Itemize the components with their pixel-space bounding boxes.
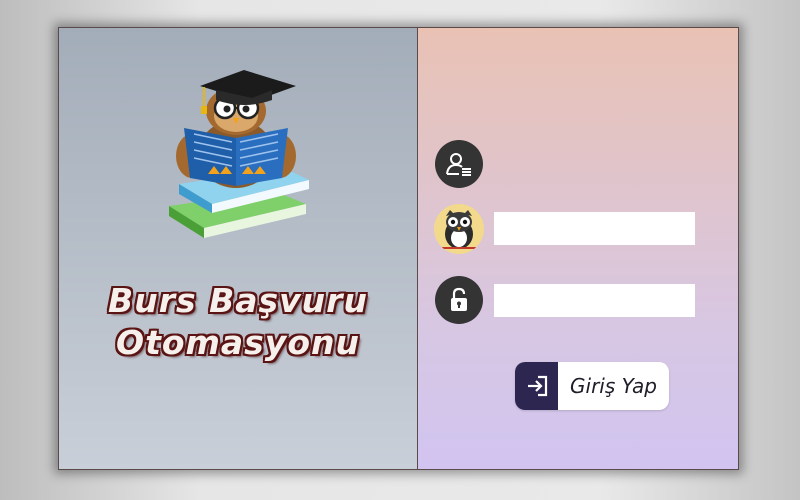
username-input[interactable]	[494, 212, 695, 245]
user-id-icon	[435, 140, 483, 188]
owl-graduate-logo-icon	[169, 70, 309, 238]
login-window: Burs Başvuru Otomasyonu Giriş Yap	[58, 27, 739, 470]
owl-avatar-icon	[434, 204, 484, 254]
login-button[interactable]: Giriş Yap	[515, 362, 669, 410]
login-button-label: Giriş Yap	[570, 374, 657, 398]
app-title: Burs Başvuru Otomasyonu	[59, 280, 417, 364]
branding-panel: Burs Başvuru Otomasyonu	[59, 28, 418, 469]
password-input[interactable]	[494, 284, 695, 317]
sign-in-icon	[515, 362, 558, 410]
app-title-line-2: Otomasyonu	[116, 323, 360, 362]
app-title-line-1: Burs Başvuru	[108, 281, 368, 320]
padlock-icon	[435, 276, 483, 324]
